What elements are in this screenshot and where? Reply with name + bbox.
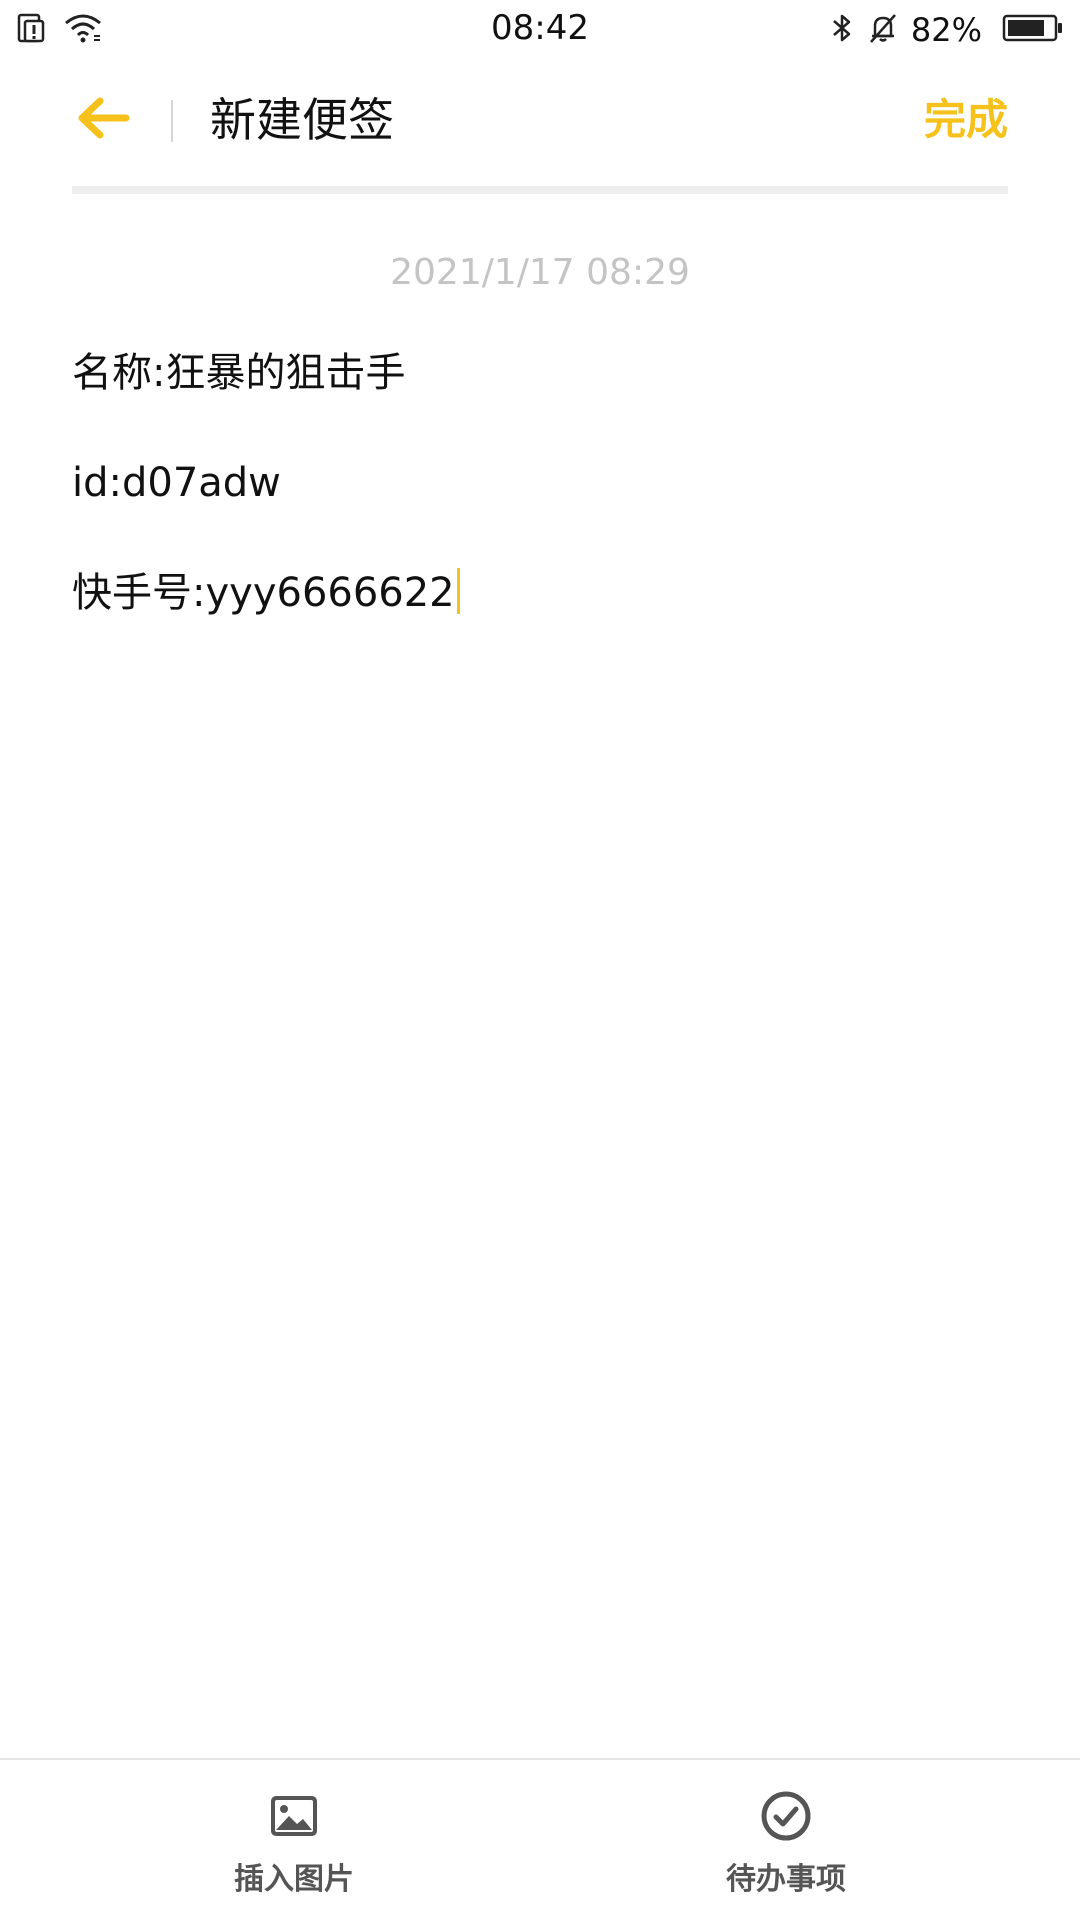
header-divider — [72, 186, 1008, 194]
note-editor-screen: 08:42 82% 新建便签 完成 2021/1/17 08:29 名称:狂暴的… — [0, 0, 1080, 1920]
done-button[interactable]: 完成 — [924, 88, 1008, 152]
note-line[interactable]: 快手号:yyy6666622 — [72, 565, 1008, 621]
battery-icon — [1002, 13, 1064, 47]
insert-image-label: 插入图片 — [234, 1862, 354, 1897]
text-cursor — [456, 568, 460, 614]
status-bar: 08:42 82% — [0, 0, 1080, 60]
note-line[interactable]: 名称:狂暴的狙击手 — [72, 345, 1008, 401]
bluetooth-icon — [829, 12, 855, 48]
todo-button[interactable]: 待办事项 — [666, 1790, 906, 1898]
back-button[interactable] — [72, 88, 136, 152]
battery-percent: 82% — [910, 11, 982, 49]
insert-image-button[interactable]: 插入图片 — [174, 1790, 414, 1898]
note-line-text: id:d07adw — [72, 460, 281, 506]
back-arrow-icon — [76, 96, 132, 144]
title-divider — [171, 100, 173, 142]
page-title: 新建便签 — [210, 93, 394, 147]
note-date: 2021/1/17 08:29 — [390, 252, 690, 293]
status-right: 82% — [829, 10, 1064, 50]
note-line[interactable]: id:d07adw — [72, 455, 1008, 511]
note-line-text: 名称:狂暴的狙击手 — [72, 350, 406, 396]
todo-label: 待办事项 — [726, 1862, 846, 1897]
mute-bell-icon — [867, 12, 899, 48]
title-bar: 新建便签 完成 — [0, 60, 1080, 180]
check-circle-icon — [760, 1790, 812, 1842]
note-body-editor[interactable]: 名称:狂暴的狙击手 id:d07adw 快手号:yyy6666622 — [72, 345, 1008, 1645]
image-icon — [268, 1790, 320, 1842]
note-line-text: 快手号:yyy6666622 — [72, 570, 455, 616]
bottom-toolbar: 插入图片 待办事项 — [0, 1758, 1080, 1920]
